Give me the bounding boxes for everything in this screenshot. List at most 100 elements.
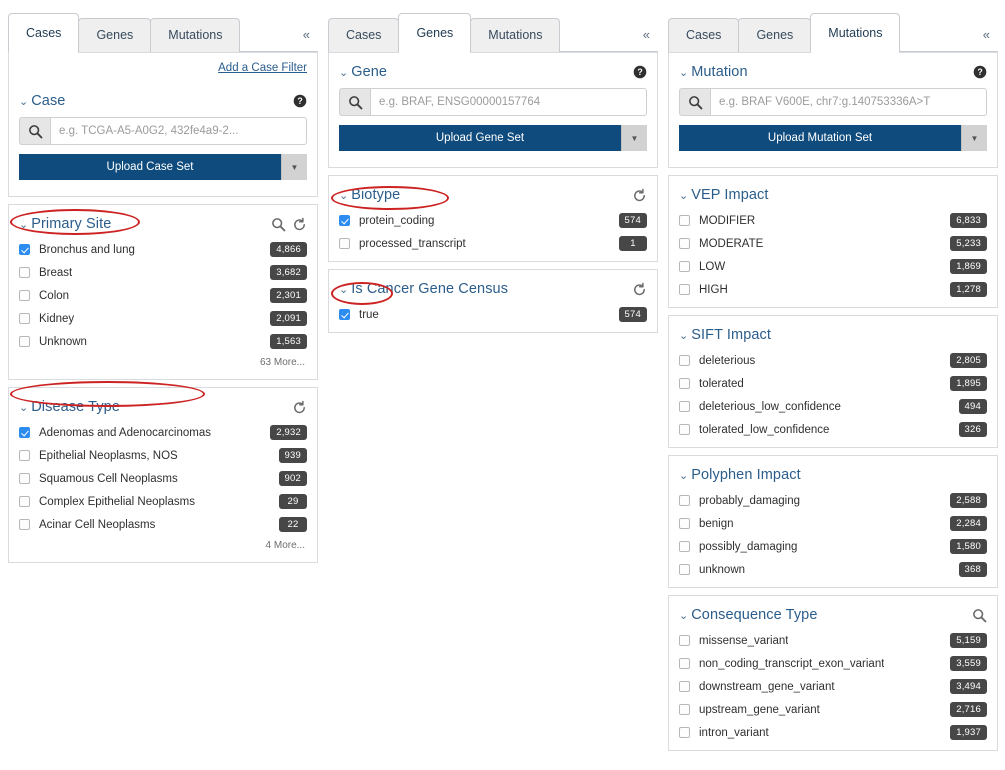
facet-checkbox[interactable]: [679, 378, 690, 389]
facet-checkbox[interactable]: [679, 518, 690, 529]
facet-checkbox[interactable]: [19, 336, 30, 347]
collapse-panel-icon[interactable]: «: [295, 28, 318, 51]
facet-checkbox[interactable]: [679, 681, 690, 692]
facet-item[interactable]: protein_coding 574: [329, 209, 657, 232]
facet-checkbox[interactable]: [679, 635, 690, 646]
facet-checkbox[interactable]: [679, 727, 690, 738]
facet-item[interactable]: processed_transcript 1: [329, 232, 657, 255]
facet-checkbox[interactable]: [679, 424, 690, 435]
facet-item[interactable]: MODIFIER 6,833: [669, 209, 997, 232]
help-icon[interactable]: ?: [633, 65, 647, 79]
help-icon[interactable]: ?: [973, 65, 987, 79]
facet-checkbox[interactable]: [19, 450, 30, 461]
reset-icon[interactable]: [632, 282, 647, 297]
facet-checkbox[interactable]: [19, 290, 30, 301]
facet-checkbox[interactable]: [679, 495, 690, 506]
facet-item[interactable]: deleterious_low_confidence 494: [669, 395, 997, 418]
tab-mutations[interactable]: Mutations: [810, 13, 901, 53]
chevron-down-icon[interactable]: ⌄: [19, 219, 28, 231]
facet-header[interactable]: ⌄ Consequence Type: [669, 600, 997, 629]
facet-checkbox[interactable]: [679, 658, 690, 669]
facet-item[interactable]: tolerated_low_confidence 326: [669, 418, 997, 441]
upload-set-dropdown-icon[interactable]: ▼: [281, 154, 307, 180]
facet-checkbox[interactable]: [679, 401, 690, 412]
chevron-down-icon[interactable]: ⌄: [679, 470, 688, 482]
tab-genes[interactable]: Genes: [398, 13, 472, 53]
facet-checkbox[interactable]: [19, 244, 30, 255]
facet-item[interactable]: unknown 368: [669, 558, 997, 581]
facet-item[interactable]: HIGH 1,278: [669, 278, 997, 301]
tab-mutations[interactable]: Mutations: [470, 18, 561, 52]
facet-header[interactable]: ⌄ Disease Type: [9, 392, 317, 421]
facet-checkbox[interactable]: [679, 704, 690, 715]
facet-checkbox[interactable]: [19, 427, 30, 438]
facet-checkbox[interactable]: [339, 215, 350, 226]
tab-cases[interactable]: Cases: [8, 13, 80, 53]
facet-item[interactable]: Colon 2,301: [9, 284, 317, 307]
facet-search-input[interactable]: [370, 88, 647, 116]
facet-item[interactable]: Adenomas and Adenocarcinomas 2,932: [9, 421, 317, 444]
facet-checkbox[interactable]: [679, 261, 690, 272]
facet-checkbox[interactable]: [339, 238, 350, 249]
facet-checkbox[interactable]: [679, 564, 690, 575]
facet-header[interactable]: ⌄ Biotype: [329, 180, 657, 209]
facet-checkbox[interactable]: [19, 473, 30, 484]
tab-genes[interactable]: Genes: [738, 18, 812, 52]
search-icon[interactable]: [339, 88, 370, 116]
facet-checkbox[interactable]: [679, 541, 690, 552]
facet-item[interactable]: true 574: [329, 303, 657, 326]
chevron-down-icon[interactable]: ⌄: [19, 402, 28, 414]
chevron-down-icon[interactable]: ⌄: [339, 67, 348, 79]
show-more-link[interactable]: 63 More...: [9, 353, 317, 373]
facet-checkbox[interactable]: [679, 215, 690, 226]
facet-header[interactable]: ⌄ Primary Site: [9, 209, 317, 238]
search-icon[interactable]: [271, 217, 286, 232]
facet-search-input[interactable]: [50, 117, 307, 145]
facet-checkbox[interactable]: [19, 267, 30, 278]
facet-item[interactable]: Unknown 1,563: [9, 330, 317, 353]
facet-item[interactable]: non_coding_transcript_exon_variant 3,559: [669, 652, 997, 675]
chevron-down-icon[interactable]: ⌄: [679, 610, 688, 622]
facet-item[interactable]: Squamous Cell Neoplasms 902: [9, 467, 317, 490]
upload-set-dropdown-icon[interactable]: ▼: [621, 125, 647, 151]
reset-icon[interactable]: [292, 400, 307, 415]
show-more-link[interactable]: 4 More...: [9, 536, 317, 556]
facet-item[interactable]: Kidney 2,091: [9, 307, 317, 330]
facet-checkbox[interactable]: [19, 496, 30, 507]
search-icon[interactable]: [972, 608, 987, 623]
tab-genes[interactable]: Genes: [78, 18, 152, 52]
facet-item[interactable]: intron_variant 1,937: [669, 721, 997, 744]
tab-cases[interactable]: Cases: [668, 18, 740, 52]
facet-checkbox[interactable]: [339, 309, 350, 320]
facet-item[interactable]: Breast 3,682: [9, 261, 317, 284]
facet-item[interactable]: deleterious 2,805: [669, 349, 997, 372]
facet-item[interactable]: Epithelial Neoplasms, NOS 939: [9, 444, 317, 467]
facet-header[interactable]: ⌄ Mutation?: [669, 57, 997, 86]
upload-set-button[interactable]: Upload Case Set: [19, 154, 281, 180]
chevron-down-icon[interactable]: ⌄: [339, 284, 348, 296]
chevron-down-icon[interactable]: ⌄: [679, 190, 688, 202]
facet-checkbox[interactable]: [679, 284, 690, 295]
facet-item[interactable]: benign 2,284: [669, 512, 997, 535]
facet-item[interactable]: possibly_damaging 1,580: [669, 535, 997, 558]
facet-item[interactable]: Bronchus and lung 4,866: [9, 238, 317, 261]
facet-item[interactable]: downstream_gene_variant 3,494: [669, 675, 997, 698]
facet-search-input[interactable]: [710, 88, 987, 116]
help-icon[interactable]: ?: [293, 94, 307, 108]
facet-header[interactable]: ⌄ SIFT Impact: [669, 320, 997, 349]
upload-set-button[interactable]: Upload Mutation Set: [679, 125, 961, 151]
search-icon[interactable]: [19, 117, 50, 145]
facet-header[interactable]: ⌄ Polyphen Impact: [669, 460, 997, 489]
facet-item[interactable]: Complex Epithelial Neoplasms 29: [9, 490, 317, 513]
facet-item[interactable]: MODERATE 5,233: [669, 232, 997, 255]
reset-icon[interactable]: [292, 217, 307, 232]
collapse-panel-icon[interactable]: «: [975, 28, 998, 51]
facet-item[interactable]: LOW 1,869: [669, 255, 997, 278]
chevron-down-icon[interactable]: ⌄: [679, 330, 688, 342]
chevron-down-icon[interactable]: ⌄: [19, 96, 28, 108]
facet-item[interactable]: upstream_gene_variant 2,716: [669, 698, 997, 721]
tab-cases[interactable]: Cases: [328, 18, 400, 52]
chevron-down-icon[interactable]: ⌄: [339, 190, 348, 202]
facet-header[interactable]: ⌄ VEP Impact: [669, 180, 997, 209]
upload-set-dropdown-icon[interactable]: ▼: [961, 125, 987, 151]
